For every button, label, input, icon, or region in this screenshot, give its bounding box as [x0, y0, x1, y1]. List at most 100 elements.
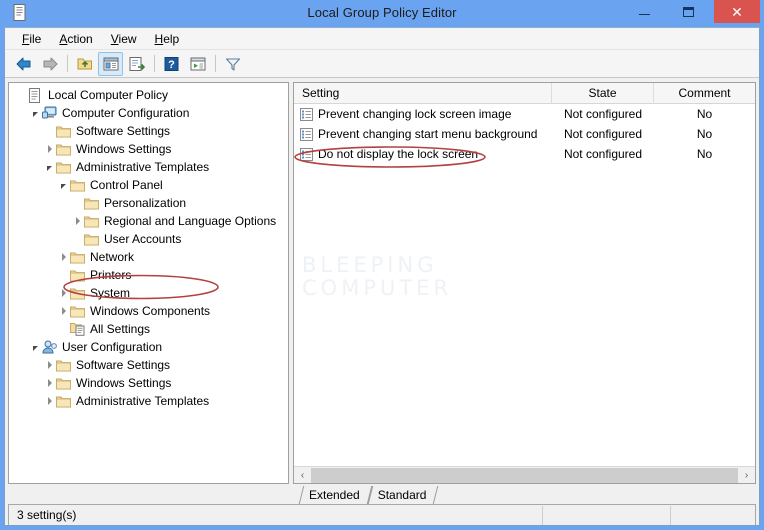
arrow-right-icon [43, 57, 57, 70]
folder-icon [84, 198, 99, 209]
tree-item-software-settings[interactable]: Software Settings [9, 122, 288, 140]
tree-item-label: Software Settings [76, 358, 171, 372]
export-list-button[interactable] [124, 52, 149, 76]
chevron-right-icon[interactable] [57, 289, 70, 297]
folder-icon [70, 288, 85, 299]
table-row[interactable]: Do not display the lock screen Not config… [294, 144, 755, 164]
status-setting-count: 3 setting(s) [9, 505, 543, 525]
maximize-button[interactable] [666, 0, 710, 23]
menu-help[interactable]: Help [146, 30, 189, 48]
cell-state: Not configured [563, 147, 643, 161]
policy-document-icon [13, 4, 26, 21]
folder-icon [56, 143, 73, 156]
help-button[interactable]: ? [159, 52, 184, 76]
chevron-down-icon[interactable] [29, 110, 42, 117]
chevron-right-icon[interactable] [57, 253, 70, 261]
tree-item-windows-components[interactable]: Windows Components [9, 302, 288, 320]
scroll-left-arrow[interactable]: ‹ [294, 467, 311, 483]
tab-standard[interactable]: Standard [367, 486, 439, 504]
tree-item-printers[interactable]: Printers [9, 266, 288, 284]
chevron-right-icon[interactable] [43, 145, 56, 153]
folder-icon [84, 216, 99, 227]
tree-item-windows-settings[interactable]: Windows Settings [9, 374, 288, 392]
back-button[interactable] [11, 52, 36, 76]
table-row[interactable]: Prevent changing start menu background No… [294, 124, 755, 144]
chevron-right-icon[interactable] [43, 397, 56, 405]
minimize-glyph [638, 14, 650, 15]
properties-button[interactable] [185, 52, 210, 76]
settings-list-body: BLEEPING COMPUTER Prevent changing lock … [294, 104, 755, 466]
status-cell-2 [543, 505, 671, 525]
folder-icon [56, 396, 71, 407]
tree-item-regional-and-language-options[interactable]: Regional and Language Options [9, 212, 288, 230]
tree-item-all-settings[interactable]: All Settings [9, 320, 288, 338]
tree-item-control-panel[interactable]: Control Panel [9, 176, 288, 194]
cell-setting: Prevent changing start menu background [294, 127, 552, 141]
column-header-comment[interactable]: Comment [654, 83, 755, 104]
tree-item-administrative-templates[interactable]: Administrative Templates [9, 158, 288, 176]
toolbar-separator [67, 55, 68, 72]
scroll-right-arrow[interactable]: › [738, 467, 755, 483]
forward-button[interactable] [37, 52, 62, 76]
tree-item-user-accounts[interactable]: User Accounts [9, 230, 288, 248]
maximize-glyph [682, 6, 694, 17]
menu-bar: File Action View Help [5, 28, 759, 50]
table-row[interactable]: Prevent changing lock screen image Not co… [294, 104, 755, 124]
close-button[interactable]: ✕ [714, 0, 760, 23]
tree-item-local-computer-policy[interactable]: Local Computer Policy [9, 86, 288, 104]
show-hide-console-tree-button[interactable] [98, 51, 123, 76]
tab-extended[interactable]: Extended [298, 486, 372, 504]
chevron-right-icon[interactable] [71, 217, 84, 225]
computer-icon [42, 106, 57, 119]
filter-button[interactable] [220, 52, 245, 76]
up-one-level-button[interactable] [72, 52, 97, 76]
folder-icon [70, 180, 85, 191]
policy-setting-icon [300, 107, 313, 121]
folder-icon [84, 197, 101, 210]
folder-icon [56, 125, 73, 138]
folder-icon [84, 215, 101, 228]
close-icon: ✕ [731, 3, 743, 20]
tree-item-software-settings[interactable]: Software Settings [9, 356, 288, 374]
funnel-filter-icon [225, 57, 240, 71]
folder-icon [56, 360, 71, 371]
console-tree-pane[interactable]: Local Computer Policy Computer Configurat… [8, 82, 289, 484]
menu-file[interactable]: File [13, 30, 50, 48]
chevron-right-icon[interactable] [43, 379, 56, 387]
console-tree-icon [103, 57, 118, 70]
title-bar[interactable]: Local Group Policy Editor ✕ [4, 0, 760, 27]
tree-item-user-configuration[interactable]: User Configuration [9, 338, 288, 356]
menu-view[interactable]: View [102, 30, 146, 48]
tree-item-label: Personalization [104, 196, 187, 210]
folder-icon [70, 269, 87, 282]
folder-icon [56, 161, 73, 174]
chevron-right-icon[interactable] [43, 361, 56, 369]
policy-setting-icon [300, 127, 313, 141]
minimize-button[interactable] [622, 0, 666, 23]
chevron-right-icon[interactable] [57, 307, 70, 315]
chevron-down-icon[interactable] [57, 182, 70, 189]
chevron-down-icon[interactable] [29, 344, 42, 351]
column-header-state[interactable]: State [552, 82, 654, 104]
export-list-icon [129, 56, 145, 71]
watermark-line-1: BLEEPING [302, 253, 438, 277]
tab-standard-label: Standard [377, 488, 427, 502]
column-header-setting[interactable]: Setting [294, 82, 552, 104]
policy-setting-icon [300, 127, 313, 141]
folder-icon [84, 233, 101, 246]
watermark-line-2: COMPUTER [302, 276, 453, 300]
tree-item-label: Windows Settings [76, 376, 172, 390]
settings-list-pane[interactable]: Setting State Comment BLEEPING COMPUTER … [293, 82, 756, 484]
tree-item-windows-settings[interactable]: Windows Settings [9, 140, 288, 158]
scrollbar-thumb[interactable] [311, 467, 738, 483]
cell-comment: No [696, 107, 713, 121]
tree-item-system[interactable]: System [9, 284, 288, 302]
tree-item-network[interactable]: Network [9, 248, 288, 266]
tree-item-administrative-templates[interactable]: Administrative Templates [9, 392, 288, 410]
folder-icon [56, 377, 73, 390]
chevron-down-icon[interactable] [43, 164, 56, 171]
horizontal-scrollbar[interactable]: ‹ › [294, 466, 755, 483]
tree-item-personalization[interactable]: Personalization [9, 194, 288, 212]
tree-item-computer-configuration[interactable]: Computer Configuration [9, 104, 288, 122]
menu-action[interactable]: Action [50, 30, 101, 48]
